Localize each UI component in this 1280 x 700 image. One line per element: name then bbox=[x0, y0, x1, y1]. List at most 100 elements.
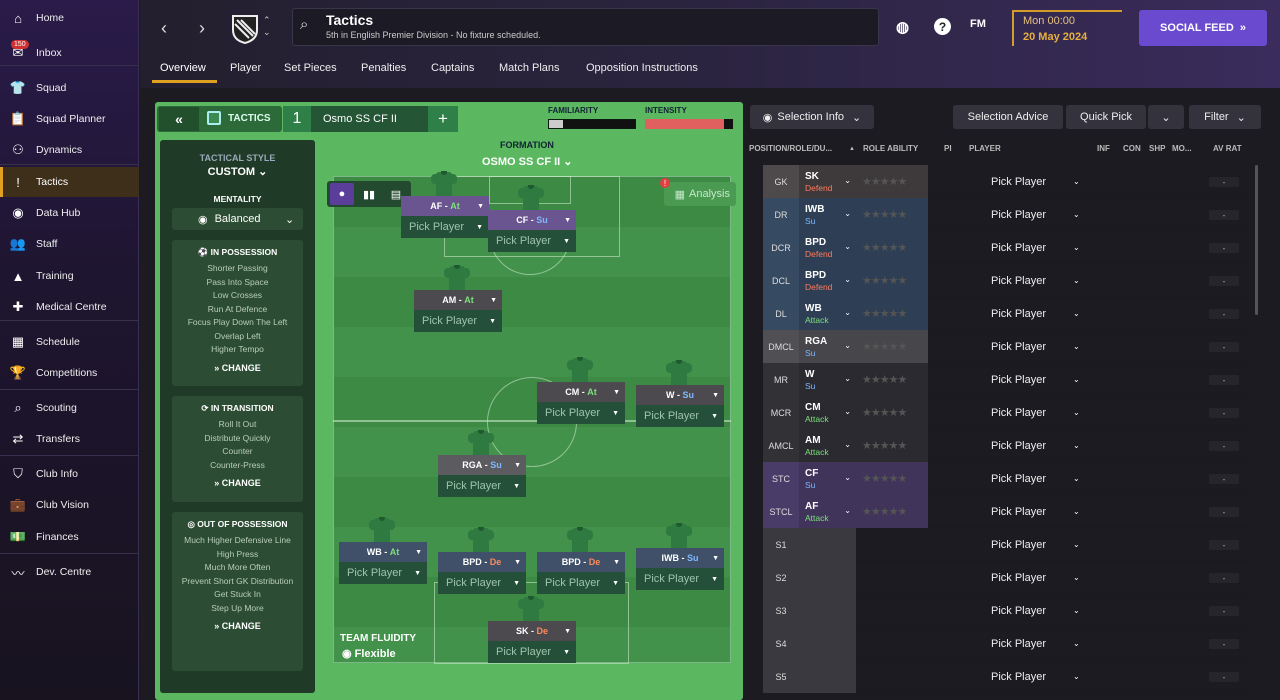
pick-player-dropdown[interactable]: Pick Player bbox=[991, 264, 1046, 297]
position-slot-w[interactable]: W - Su ▼ Pick Player ▼ bbox=[636, 385, 724, 427]
position-slot-sk[interactable]: SK - De ▼ Pick Player ▼ bbox=[488, 621, 576, 663]
role-cell[interactable]: AM Attack ⌄ bbox=[799, 429, 856, 462]
help-icon[interactable]: ? bbox=[934, 18, 951, 35]
sidebar-item-inbox[interactable]: ✉ 150 Inbox bbox=[0, 38, 139, 68]
player-view-icon[interactable]: ● bbox=[330, 183, 354, 205]
globe-icon[interactable]: ◍ bbox=[896, 18, 909, 36]
selection-row[interactable]: S3 Pick Player ⌄ - bbox=[763, 594, 1250, 627]
selection-row[interactable]: AMCL AM Attack ⌄ ★★★★★ Pick Player ⌄ - bbox=[763, 429, 1250, 462]
sidebar-item-squad-planner[interactable]: 📋 Squad Planner bbox=[0, 104, 139, 134]
selection-row[interactable]: MR W Su ⌄ ★★★★★ Pick Player ⌄ - bbox=[763, 363, 1250, 396]
tab-set-pieces[interactable]: Set Pieces bbox=[284, 62, 337, 74]
sidebar-item-medical-centre[interactable]: ✚ Medical Centre bbox=[0, 292, 139, 322]
selection-row[interactable]: S1 Pick Player ⌄ - bbox=[763, 528, 1250, 561]
club-crest-icon[interactable] bbox=[230, 12, 260, 44]
position-slot-cf[interactable]: CF - Su ▼ Pick Player ▼ bbox=[488, 210, 576, 252]
stats-view-icon[interactable]: ▮▮ bbox=[357, 183, 381, 205]
tab-player[interactable]: Player bbox=[230, 62, 261, 74]
tab-opposition-instructions[interactable]: Opposition Instructions bbox=[586, 62, 698, 74]
quick-pick-button[interactable]: Quick Pick bbox=[1066, 105, 1146, 129]
sidebar-item-squad[interactable]: 👕 Squad bbox=[0, 73, 139, 103]
sidebar-item-finances[interactable]: 💵 Finances bbox=[0, 522, 139, 552]
column-header[interactable]: MO... bbox=[1172, 144, 1192, 153]
scrollbar[interactable] bbox=[1255, 165, 1258, 315]
sidebar-item-club-info[interactable]: ⛉ Club Info bbox=[0, 459, 139, 489]
pick-player-dropdown[interactable]: Pick Player bbox=[991, 330, 1046, 363]
selection-row[interactable]: GK SK Defend ⌄ ★★★★★ Pick Player ⌄ - bbox=[763, 165, 1250, 198]
formation-dropdown[interactable]: OSMO SS CF II ⌄ bbox=[482, 155, 573, 168]
column-header[interactable]: CON bbox=[1123, 144, 1141, 153]
pick-player-dropdown[interactable]: Pick Player bbox=[991, 462, 1046, 495]
crest-switcher-icon[interactable]: ⌃ ⌄ bbox=[263, 14, 271, 38]
pick-player-dropdown[interactable]: Pick Player bbox=[991, 561, 1046, 594]
pick-player-dropdown[interactable]: Pick Player bbox=[991, 495, 1046, 528]
sidebar-item-tactics[interactable]: ! Tactics bbox=[0, 167, 139, 197]
sidebar-item-transfers[interactable]: ⇄ Transfers bbox=[0, 424, 139, 454]
pick-player-selector[interactable]: Pick Player ▼ bbox=[636, 568, 724, 590]
role-cell[interactable]: BPD Defend ⌄ bbox=[799, 231, 856, 264]
selection-row[interactable]: DMCL RGA Su ⌄ ★★★★★ Pick Player ⌄ - bbox=[763, 330, 1250, 363]
role-cell[interactable]: WB Attack ⌄ bbox=[799, 297, 856, 330]
pick-player-dropdown[interactable]: Pick Player bbox=[991, 396, 1046, 429]
pick-player-dropdown[interactable]: Pick Player bbox=[991, 297, 1046, 330]
selection-row[interactable]: DCR BPD Defend ⌄ ★★★★★ Pick Player ⌄ - bbox=[763, 231, 1250, 264]
role-cell[interactable]: IWB Su ⌄ bbox=[799, 198, 856, 231]
forward-arrow-icon[interactable]: › bbox=[190, 14, 214, 42]
pick-player-dropdown[interactable]: Pick Player bbox=[991, 165, 1046, 198]
sidebar-item-club-vision[interactable]: 💼 Club Vision bbox=[0, 490, 139, 520]
social-feed-button[interactable]: SOCIAL FEED » bbox=[1139, 10, 1267, 46]
role-duty-selector[interactable]: BPD - De ▼ bbox=[537, 552, 625, 572]
role-cell[interactable]: CM Attack ⌄ bbox=[799, 396, 856, 429]
pick-player-dropdown[interactable]: Pick Player bbox=[991, 627, 1046, 660]
back-arrow-icon[interactable]: ‹ bbox=[152, 14, 176, 42]
filter-dropdown[interactable]: Filter ⌄ bbox=[1189, 105, 1261, 129]
column-header[interactable]: PLAYER bbox=[969, 144, 1001, 153]
sidebar-item-home[interactable]: ⌂ Home bbox=[0, 3, 139, 33]
pick-player-selector[interactable]: Pick Player ▼ bbox=[537, 402, 625, 424]
change-in-transition-button[interactable]: » CHANGE bbox=[172, 478, 303, 488]
intensity-bar[interactable] bbox=[645, 119, 733, 129]
tab-match-plans[interactable]: Match Plans bbox=[499, 62, 560, 74]
pick-player-dropdown[interactable]: Pick Player bbox=[991, 594, 1046, 627]
role-duty-selector[interactable]: WB - At ▼ bbox=[339, 542, 427, 562]
selection-row[interactable]: S5 Pick Player ⌄ - bbox=[763, 660, 1250, 693]
column-header[interactable]: PI bbox=[944, 144, 952, 153]
collapse-button[interactable]: « bbox=[159, 107, 199, 131]
sidebar-item-scouting[interactable]: ⌕ Scouting bbox=[0, 393, 139, 423]
change-in-possession-button[interactable]: » CHANGE bbox=[172, 363, 303, 373]
selection-advice-button[interactable]: Selection Advice bbox=[953, 105, 1063, 129]
tab-overview[interactable]: Overview bbox=[160, 62, 206, 74]
sidebar-item-training[interactable]: ▲ Training bbox=[0, 261, 139, 291]
position-slot-am[interactable]: AM - At ▼ Pick Player ▼ bbox=[414, 290, 502, 332]
selection-row[interactable]: S4 Pick Player ⌄ - bbox=[763, 627, 1250, 660]
search-icon[interactable]: ⌕ bbox=[300, 16, 308, 33]
tactic-selector[interactable]: 1 Osmo SS CF II + bbox=[283, 106, 458, 132]
change-out-of-possession-button[interactable]: » CHANGE bbox=[172, 621, 303, 631]
role-cell[interactable]: CF Su ⌄ bbox=[799, 462, 856, 495]
add-tactic-button[interactable]: + bbox=[428, 106, 458, 132]
pick-player-dropdown[interactable]: Pick Player bbox=[991, 429, 1046, 462]
tactical-style-dropdown[interactable]: CUSTOM ⌄ bbox=[160, 165, 315, 178]
quick-pick-dropdown-icon[interactable]: ⌄ bbox=[1148, 105, 1184, 129]
role-duty-selector[interactable]: W - Su ▼ bbox=[636, 385, 724, 405]
pick-player-dropdown[interactable]: Pick Player bbox=[991, 363, 1046, 396]
role-cell[interactable]: W Su ⌄ bbox=[799, 363, 856, 396]
sidebar-item-data-hub[interactable]: ◉ Data Hub bbox=[0, 198, 139, 228]
familiarity-bar[interactable] bbox=[548, 119, 636, 129]
role-duty-selector[interactable]: AM - At ▼ bbox=[414, 290, 502, 310]
pick-player-selector[interactable]: Pick Player ▼ bbox=[488, 641, 576, 663]
column-header[interactable]: SHP bbox=[1149, 144, 1165, 153]
selection-row[interactable]: STC CF Su ⌄ ★★★★★ Pick Player ⌄ - bbox=[763, 462, 1250, 495]
column-header[interactable]: INF bbox=[1097, 144, 1110, 153]
sidebar-item-dynamics[interactable]: ⚇ Dynamics bbox=[0, 135, 139, 165]
position-slot-af[interactable]: AF - At ▼ Pick Player ▼ bbox=[401, 196, 489, 238]
column-header[interactable]: AV RAT bbox=[1213, 144, 1242, 153]
position-slot-iwb[interactable]: IWB - Su ▼ Pick Player ▼ bbox=[636, 548, 724, 590]
sidebar-item-schedule[interactable]: ▦ Schedule bbox=[0, 327, 139, 357]
mentality-dropdown[interactable]: ◉ Balanced ⌄ bbox=[172, 208, 303, 230]
role-cell[interactable]: RGA Su ⌄ bbox=[799, 330, 856, 363]
date-display[interactable]: Mon 00:00 20 May 2024 bbox=[1012, 10, 1122, 46]
selection-row[interactable]: STCL AF Attack ⌄ ★★★★★ Pick Player ⌄ - bbox=[763, 495, 1250, 528]
tab-penalties[interactable]: Penalties bbox=[361, 62, 406, 74]
pick-player-dropdown[interactable]: Pick Player bbox=[991, 198, 1046, 231]
